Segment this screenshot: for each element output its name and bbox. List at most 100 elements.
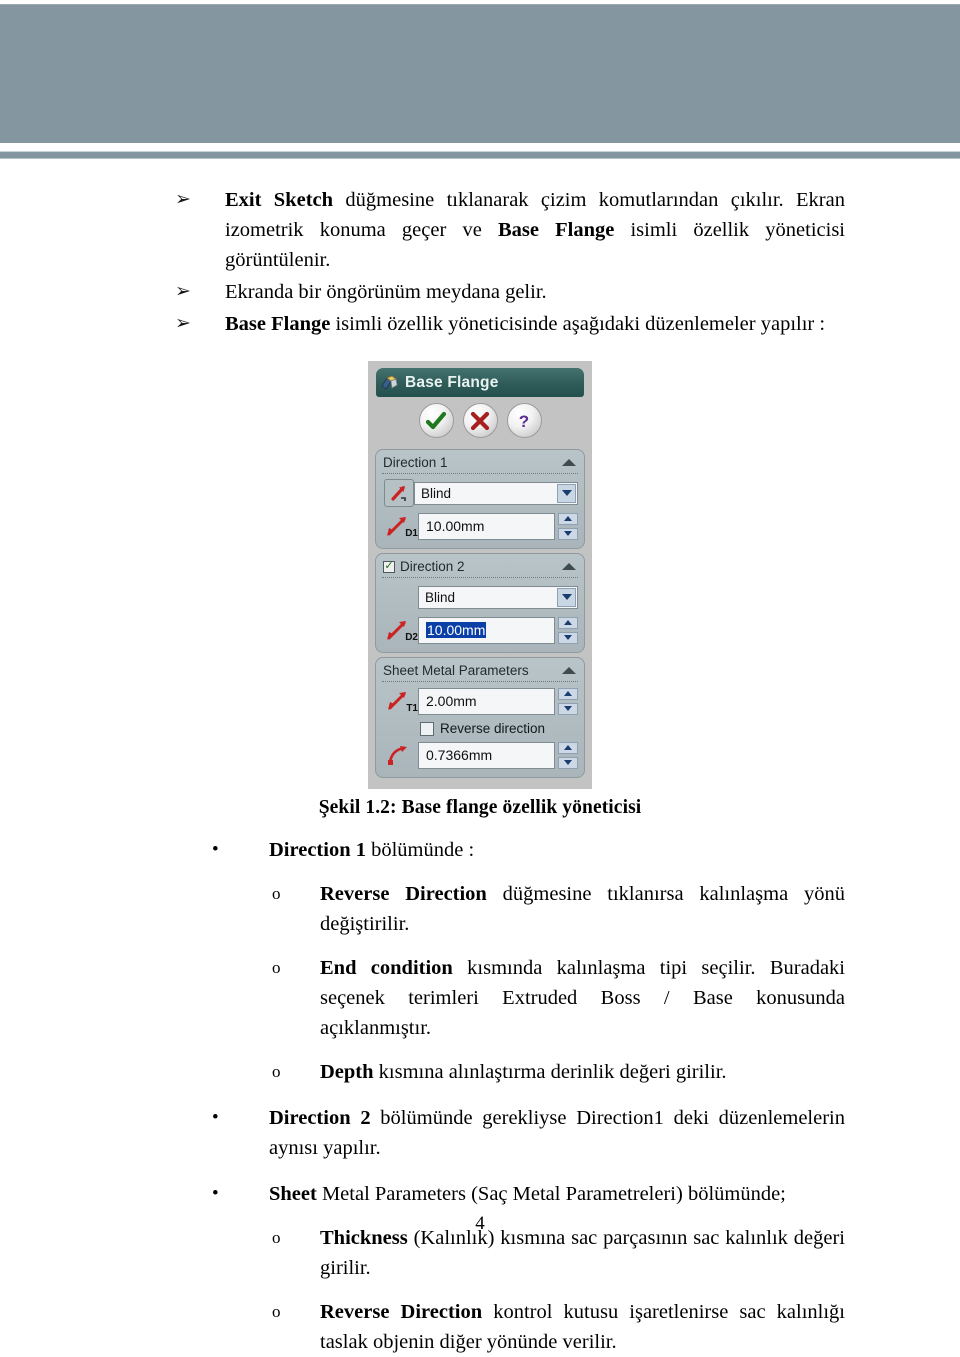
header-banner: [0, 4, 960, 143]
document-body: ➢ Exit Sketch düğmesine tıklanarak çizim …: [0, 185, 960, 1357]
stepper-up-icon[interactable]: [558, 616, 578, 629]
end-condition-value-direction-2: Blind: [425, 589, 456, 605]
list-bullet-marker: o: [272, 1302, 281, 1321]
stepper-down-icon[interactable]: [558, 631, 578, 644]
direction-1-depth-row: D1 10.00mm: [382, 512, 578, 540]
direction-1-end-condition-row: Blind: [382, 479, 578, 507]
direction-1-header[interactable]: Direction 1: [382, 454, 578, 472]
list-bullet-marker: •: [212, 1107, 219, 1128]
thickness-label: T1: [406, 703, 418, 714]
sheet-metal-parameters-title: Sheet Metal Parameters: [383, 663, 529, 678]
reverse-direction-arrow-icon: [391, 486, 406, 501]
end-condition-select-direction-2[interactable]: Blind: [418, 585, 578, 609]
property-manager-toolbar: ?: [373, 397, 587, 445]
body-text: isimli özellik yöneticisinde aşağıdaki d…: [330, 313, 826, 335]
bend-radius-value: 0.7366mm: [426, 747, 493, 763]
thickness-stepper[interactable]: [558, 687, 578, 715]
end-condition-value-direction-1: Blind: [421, 485, 452, 501]
direction-2-enable-checkbox[interactable]: ✓: [383, 560, 395, 573]
depth-dimension-icon-d2: D2: [382, 616, 418, 644]
direction-1-group: Direction 1 Blind D1 10.00mm: [375, 449, 585, 549]
list-item: o Reverse Direction düğmesine tıklanırsa …: [0, 879, 960, 939]
chevron-down-icon[interactable]: [557, 483, 576, 503]
stepper-down-icon[interactable]: [558, 702, 578, 715]
list-bullet-marker: •: [212, 839, 219, 860]
list-bullet-marker: ➢: [175, 313, 191, 334]
property-manager-panel: Base Flange ? Direction 1 Blind D1 10.00…: [368, 361, 592, 789]
list-item-text: Direction 2 bölümünde gerekliyse Directi…: [269, 1103, 845, 1163]
depth-input-direction-2[interactable]: 10.00mm: [418, 616, 555, 644]
detail-bullet-list: • Direction 1 bölümünde : o Reverse Directi…: [0, 835, 960, 1357]
body-text: bölümünde :: [365, 839, 475, 861]
list-item: • Direction 2 bölümünde gerekliyse Direct…: [0, 1103, 960, 1163]
property-manager-title-text: Base Flange: [405, 373, 499, 391]
intro-bullet-list: ➢ Exit Sketch düğmesine tıklanarak çizim …: [0, 185, 960, 339]
list-item: • Direction 1 bölümünde :: [0, 835, 960, 865]
list-bullet-marker: o: [272, 1062, 281, 1081]
emphasis-text: Direction 1: [269, 839, 366, 861]
stepper-down-icon[interactable]: [558, 527, 578, 540]
thickness-row: T1 2.00mm: [382, 687, 578, 715]
emphasis-text: Sheet: [269, 1183, 317, 1205]
thickness-input[interactable]: 2.00mm: [418, 687, 555, 715]
list-bullet-marker: •: [212, 1183, 219, 1204]
reverse-direction-checkbox[interactable]: [420, 721, 434, 736]
chevron-down-icon[interactable]: [557, 587, 576, 607]
depth-stepper-direction-2[interactable]: [558, 616, 578, 644]
bend-radius-row: 0.7366mm: [382, 741, 578, 769]
header-divider-rule: [0, 151, 960, 159]
emphasis-text: Reverse Direction: [320, 883, 487, 905]
list-item-text: Sheet Metal Parameters (Saç Metal Parame…: [269, 1179, 845, 1209]
close-icon: [470, 411, 490, 430]
reverse-direction-label: Reverse direction: [440, 721, 546, 736]
emphasis-text: Reverse Direction: [320, 1301, 483, 1323]
stepper-down-icon[interactable]: [558, 756, 578, 769]
stepper-up-icon[interactable]: [558, 687, 578, 700]
divider: [382, 577, 578, 578]
direction-2-title: Direction 2: [400, 559, 465, 574]
direction-1-title: Direction 1: [383, 455, 448, 470]
end-condition-select-direction-1[interactable]: Blind: [414, 481, 578, 505]
sheet-metal-flange-icon: [381, 375, 399, 391]
emphasis-text: Base Flange: [225, 313, 331, 335]
page-number: 4: [475, 1213, 485, 1234]
cancel-button[interactable]: [462, 403, 498, 438]
chevron-up-icon[interactable]: [562, 667, 576, 674]
depth-input-direction-1[interactable]: 10.00mm: [418, 512, 555, 540]
list-item: • Sheet Metal Parameters (Saç Metal Param…: [0, 1179, 960, 1209]
ok-button[interactable]: [418, 403, 454, 438]
property-manager-title-bar: Base Flange: [376, 368, 584, 397]
bend-radius-input[interactable]: 0.7366mm: [418, 741, 555, 769]
depth-value-direction-2: 10.00mm: [426, 622, 487, 638]
list-bullet-marker: o: [272, 884, 281, 903]
list-item-text: Base Flange isimli özellik yöneticisinde…: [225, 309, 845, 339]
stepper-up-icon[interactable]: [558, 741, 578, 754]
list-bullet-marker: ➢: [175, 189, 191, 210]
emphasis-text: Direction 2: [269, 1107, 371, 1129]
list-item-text: Reverse Direction kontrol kutusu işaretl…: [320, 1297, 845, 1357]
question-mark-icon: ?: [519, 412, 529, 431]
depth-stepper-direction-1[interactable]: [558, 512, 578, 540]
list-item-text: Ekranda bir öngörünüm meydana gelir.: [225, 277, 845, 307]
divider: [382, 473, 578, 474]
list-item-text: End condition kısmında kalınlaşma tipi s…: [320, 953, 845, 1043]
list-item: ➢ Ekranda bir öngörünüm meydana gelir.: [0, 277, 960, 307]
help-button[interactable]: ?: [506, 403, 542, 438]
thickness-value: 2.00mm: [426, 693, 477, 709]
reverse-direction-button[interactable]: [384, 479, 414, 507]
reverse-direction-checkbox-row[interactable]: Reverse direction: [382, 721, 578, 736]
list-item-text: Depth kısmına alınlaştırma derinlik değe…: [320, 1057, 845, 1087]
bend-radius-stepper[interactable]: [558, 741, 578, 769]
emphasis-text: End condition: [320, 957, 453, 979]
chevron-up-icon[interactable]: [562, 563, 576, 570]
emphasis-text: Base Flange: [497, 219, 615, 241]
figure-caption: Şekil 1.2: Base flange özellik yöneticis…: [318, 797, 642, 818]
list-item: o Depth kısmına alınlaştırma derinlik değ…: [0, 1057, 960, 1087]
stepper-up-icon[interactable]: [558, 512, 578, 525]
direction-2-group: ✓ Direction 2 Blind D2 10.00mm: [375, 553, 585, 653]
body-text: kısmına alınlaştırma derinlik değeri gir…: [373, 1061, 727, 1083]
sheet-metal-parameters-header[interactable]: Sheet Metal Parameters: [382, 662, 578, 680]
chevron-up-icon[interactable]: [562, 459, 576, 466]
direction-2-header[interactable]: ✓ Direction 2: [382, 558, 578, 576]
